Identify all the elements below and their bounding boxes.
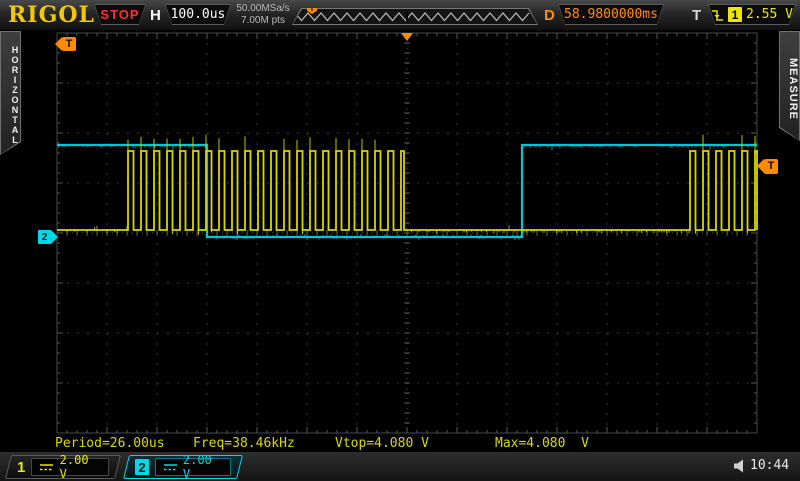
delay-value: 58.9800000ms	[559, 5, 663, 24]
horizontal-label: H	[150, 7, 161, 24]
tab-horizontal[interactable]: HORIZONTAL	[0, 31, 21, 155]
tab-measure-label: MEASURE	[780, 32, 799, 140]
falling-edge-icon	[711, 7, 724, 23]
trigger-status-label: T	[62, 37, 76, 51]
measurement-max[interactable]: Max=4.080 V	[495, 436, 589, 451]
trigger-position-icon[interactable]	[401, 33, 413, 41]
tab-measure[interactable]: MEASURE	[779, 31, 800, 141]
timebase-button[interactable]: 100.0us	[165, 4, 231, 25]
clock-area: 10:44	[733, 458, 789, 473]
trigger-level-label: T	[764, 159, 778, 174]
channel2-ground-marker[interactable]: 2	[38, 230, 58, 244]
measurement-period[interactable]: Period=26.00us	[55, 436, 165, 451]
speaker-icon[interactable]	[733, 459, 747, 473]
channel1-number: 1	[17, 459, 25, 476]
delay-button[interactable]: 58.9800000ms	[558, 4, 664, 25]
tab-horizontal-label: HORIZONTAL	[1, 32, 20, 154]
run-state-label: STOP	[95, 5, 145, 24]
view-position-marker	[406, 12, 408, 21]
trigger-level-marker[interactable]: T	[757, 159, 778, 174]
trigger-status-arrow-icon	[55, 37, 62, 51]
clock-time: 10:44	[750, 458, 789, 473]
memory-depth: 7.00M pts	[232, 15, 294, 27]
rigol-logo: RIGOL	[8, 2, 95, 28]
channel2-scale: 2.00 V	[183, 453, 223, 481]
waveform-display	[0, 0, 800, 480]
run-state-button[interactable]: STOP	[94, 4, 146, 25]
trigger-settings-button[interactable]: 1 2.55 V	[708, 4, 796, 25]
channel2-number: 2	[135, 459, 149, 475]
memory-bar-track	[293, 9, 537, 24]
memory-position-bar[interactable]: T	[292, 8, 538, 25]
channel1-badge[interactable]: 1 2.00 V	[5, 455, 121, 479]
trigger-status-marker[interactable]: T	[55, 37, 76, 51]
channel-status-bar: 1 2.00 V 2 2.00 V	[0, 451, 800, 481]
trigger-source-badge: 1	[728, 7, 742, 22]
measurement-vtop[interactable]: Vtop=4.080 V	[335, 436, 429, 451]
trigger-level-arrow-icon	[757, 159, 764, 173]
channel2-marker-label: 2	[38, 230, 51, 244]
channel1-scale: 2.00 V	[60, 453, 101, 481]
delay-label: D	[544, 7, 555, 24]
acquisition-info: 50.00MSa/s 7.00M pts	[232, 3, 294, 27]
dc-coupling-icon	[163, 462, 177, 472]
timebase-value: 100.0us	[166, 5, 230, 24]
sample-rate: 50.00MSa/s	[232, 3, 294, 15]
header-bar: RIGOL STOP H 100.0us 50.00MSa/s 7.00M pt…	[0, 0, 800, 30]
channel2-badge[interactable]: 2 2.00 V	[123, 455, 243, 479]
dc-coupling-icon	[39, 462, 53, 472]
trigger-level-value: 2.55 V	[746, 7, 793, 22]
measurement-freq[interactable]: Freq=38.46kHz	[193, 436, 295, 451]
trigger-label: T	[692, 7, 701, 24]
channel2-marker-arrow-icon	[51, 230, 58, 244]
memory-waveform-icon	[293, 9, 537, 24]
